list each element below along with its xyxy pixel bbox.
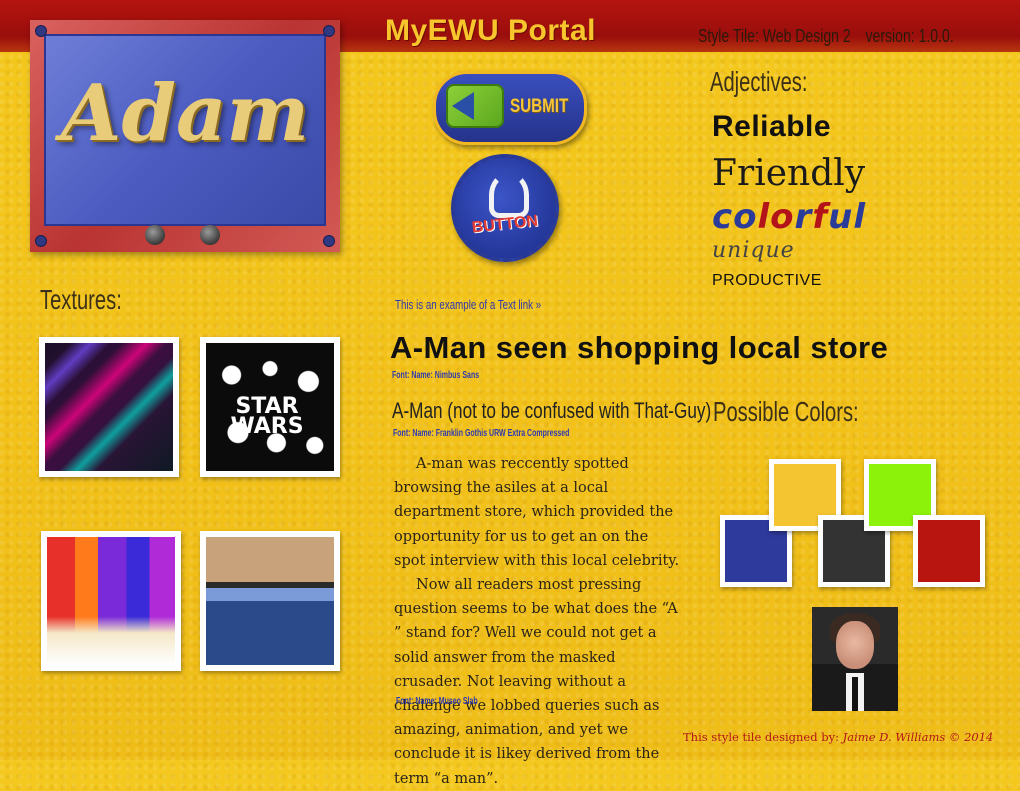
adjective-reliable: Reliable xyxy=(712,110,832,143)
star-wars-text: STAR WARS xyxy=(230,394,304,439)
colorful-letter: f xyxy=(812,197,829,237)
rivet-icon xyxy=(323,235,335,247)
credit-line: This style tile designed by: Jaime D. Wi… xyxy=(683,730,993,744)
credit-year: © 2014 xyxy=(948,730,994,744)
adjective-colorful: colorful xyxy=(712,197,866,237)
body-font-note: Font: Name: Museo Slab xyxy=(396,696,478,707)
author-photo xyxy=(812,607,898,711)
texture-abstract xyxy=(39,337,179,477)
subhead-font-note: Font: Name: Franklin Gothis URW Extra Co… xyxy=(393,428,570,439)
adjective-productive: PRODUCTIVE xyxy=(712,272,822,289)
article-subhead: A-Man (not to be confused with That-Guy) xyxy=(392,398,712,423)
article-body: A-man was reccently spotted browsing the… xyxy=(394,452,684,791)
rivet-icon xyxy=(35,25,47,37)
style-tile-info: Style Tile: Web Design 2 version: 1.0.0. xyxy=(698,26,965,47)
article-paragraph: Now all readers most pressing question s… xyxy=(394,577,678,787)
colors-heading: Possible Colors: xyxy=(713,396,859,427)
logo: Adam xyxy=(30,20,340,252)
colorful-letter: c xyxy=(712,197,734,237)
article-headline: A-Man seen shopping local store xyxy=(390,330,889,365)
arrow-left-icon xyxy=(452,92,474,120)
rivet-icon xyxy=(323,25,335,37)
article-paragraph: A-man was reccently spotted browsing the… xyxy=(394,456,680,569)
colorful-letter: l xyxy=(853,197,866,237)
credit-author: Jaime D. Williams xyxy=(842,730,946,744)
colorful-letter: u xyxy=(828,197,854,237)
knob-icon xyxy=(145,225,165,245)
texture-pencils xyxy=(41,531,181,671)
credit-prefix: This style tile designed by: xyxy=(683,730,839,744)
texture-star-wars: STAR WARS xyxy=(200,337,340,477)
photo-face xyxy=(836,621,874,669)
style-tile-label: Style Tile: Web Design 2 xyxy=(698,26,851,46)
headline-font-note: Font: Name: Nimbus Sans xyxy=(392,370,480,381)
colorful-letter: o xyxy=(733,197,758,237)
rivet-icon xyxy=(35,235,47,247)
photo-tie xyxy=(852,677,858,711)
adjective-friendly: Friendly xyxy=(712,153,866,194)
colorful-letter: l xyxy=(757,197,771,237)
colorful-letter: r xyxy=(794,197,813,237)
version-label: version: 1.0.0. xyxy=(865,26,954,46)
round-button-label: BUTTON xyxy=(471,212,539,237)
round-button[interactable]: BUTTON xyxy=(451,154,559,262)
rebel-emblem-icon xyxy=(489,172,529,218)
submit-button[interactable]: SUBMIT xyxy=(433,71,587,145)
textures-heading: Textures: xyxy=(40,284,122,315)
submit-label: SUBMIT xyxy=(510,96,569,117)
logo-text: Adam xyxy=(60,68,310,159)
knob-icon xyxy=(200,225,220,245)
text-link[interactable]: This is an example of a Text link » xyxy=(395,297,541,312)
color-swatch-red xyxy=(913,515,985,587)
colorful-letter: o xyxy=(770,197,795,237)
adjective-unique: unique xyxy=(712,238,795,263)
texture-store-photo xyxy=(200,531,340,671)
adjectives-heading: Adjectives: xyxy=(710,66,808,97)
portal-title: MyEWU Portal xyxy=(385,14,597,47)
